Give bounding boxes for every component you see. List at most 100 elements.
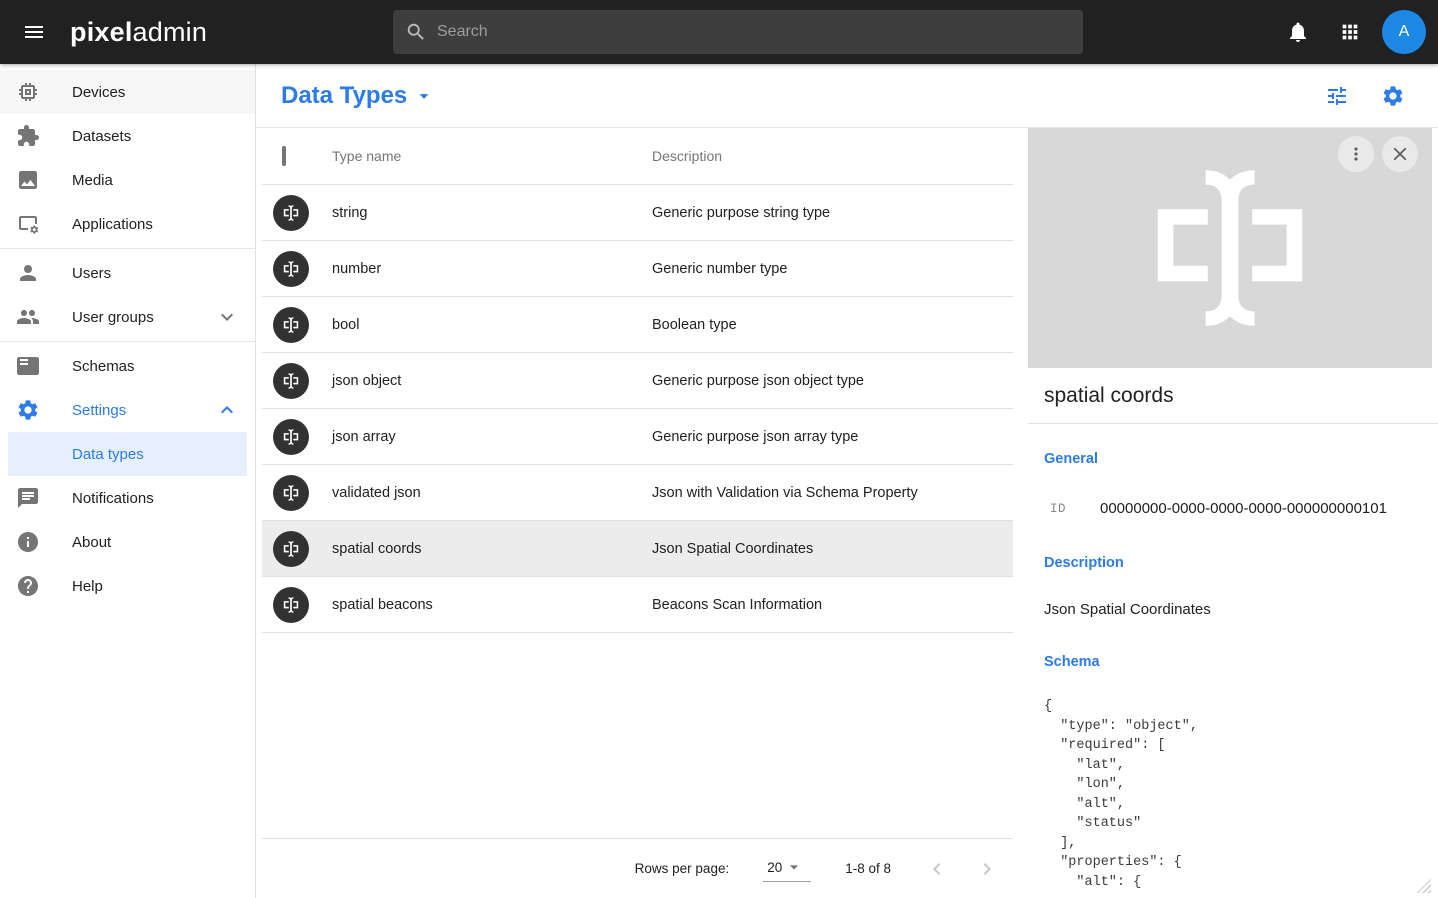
section-label-description: Description bbox=[1044, 555, 1422, 571]
user-avatar[interactable]: A bbox=[1382, 10, 1426, 54]
sidebar-item-label: Applications bbox=[72, 216, 153, 233]
sidebar-item-help[interactable]: Help bbox=[0, 564, 255, 608]
data-type-icon bbox=[273, 531, 309, 567]
data-type-icon bbox=[273, 419, 309, 455]
data-type-icon bbox=[273, 587, 309, 623]
top-app-bar: pixeladmin A bbox=[0, 0, 1438, 64]
app-logo: pixeladmin bbox=[70, 17, 207, 48]
type-name: json array bbox=[332, 429, 652, 445]
settings-button[interactable] bbox=[1373, 76, 1413, 116]
column-header-description: Description bbox=[652, 148, 1013, 164]
table-row[interactable]: string Generic purpose string type bbox=[262, 185, 1013, 241]
avatar-initial: A bbox=[1399, 23, 1410, 41]
schema-code-editor[interactable]: { "type": "object", "required": [ "lat",… bbox=[1044, 697, 1422, 892]
table-row[interactable]: json object Generic purpose json object … bbox=[262, 353, 1013, 409]
sidebar-item-schemas[interactable]: Schemas bbox=[0, 344, 255, 388]
sidebar-item-label: Data types bbox=[72, 446, 144, 463]
info-icon bbox=[16, 530, 40, 554]
type-name: spatial beacons bbox=[332, 597, 652, 613]
page-title: Data Types bbox=[281, 82, 407, 110]
people-icon bbox=[16, 305, 40, 329]
type-name: bool bbox=[332, 317, 652, 333]
table-row[interactable]: json array Generic purpose json array ty… bbox=[262, 409, 1013, 465]
data-type-icon bbox=[273, 475, 309, 511]
table-row[interactable]: validated json Json with Validation via … bbox=[262, 465, 1013, 521]
data-type-icon bbox=[273, 307, 309, 343]
data-type-icon bbox=[1130, 148, 1330, 348]
table-row[interactable]: spatial beacons Beacons Scan Information bbox=[262, 577, 1013, 633]
sidebar-item-about[interactable]: About bbox=[0, 520, 255, 564]
type-description: Beacons Scan Information bbox=[652, 597, 1013, 613]
search-icon bbox=[405, 21, 427, 43]
table-row[interactable]: number Generic number type bbox=[262, 241, 1013, 297]
global-search[interactable] bbox=[393, 10, 1083, 54]
card-list-icon bbox=[16, 354, 40, 378]
data-types-table: Type name Description string Generic pur… bbox=[256, 128, 1028, 898]
app-window-gear-icon bbox=[16, 212, 40, 236]
id-field-row: ID 00000000-0000-0000-0000-000000000101 bbox=[1044, 500, 1422, 517]
pagination-bar: Rows per page: 20 1-8 of 8 bbox=[262, 838, 1013, 898]
type-name: spatial coords bbox=[332, 541, 652, 557]
rows-per-page-select[interactable]: 20 bbox=[763, 855, 811, 882]
search-input[interactable] bbox=[437, 23, 1071, 41]
sidebar-item-label: Help bbox=[72, 578, 103, 595]
close-panel-button[interactable] bbox=[1382, 136, 1418, 172]
table-row[interactable]: bool Boolean type bbox=[262, 297, 1013, 353]
sidebar-item-label: Users bbox=[72, 265, 111, 282]
page-title-dropdown[interactable]: Data Types bbox=[281, 82, 435, 110]
type-name: json object bbox=[332, 373, 652, 389]
tune-filter-icon bbox=[1325, 84, 1349, 108]
apps-grid-button[interactable] bbox=[1330, 12, 1370, 52]
sidebar-item-users[interactable]: Users bbox=[0, 251, 255, 295]
content-header: Data Types bbox=[256, 64, 1438, 128]
hamburger-icon bbox=[22, 20, 46, 44]
table-header-row: Type name Description bbox=[262, 128, 1013, 185]
next-page-button[interactable] bbox=[975, 857, 999, 881]
detail-panel: spatial coords General ID 00000000-0000-… bbox=[1028, 128, 1438, 898]
sidebar-nav: Devices Datasets Media Applications U bbox=[0, 64, 256, 898]
chat-icon bbox=[16, 486, 40, 510]
sidebar-item-user-groups[interactable]: User groups bbox=[0, 295, 255, 339]
data-type-icon bbox=[273, 251, 309, 287]
description-value: Json Spatial Coordinates bbox=[1044, 601, 1422, 618]
select-all-checkbox[interactable] bbox=[282, 146, 286, 166]
pagination-range-label: 1-8 of 8 bbox=[845, 861, 891, 876]
apps-grid-icon bbox=[1339, 21, 1361, 43]
id-label: ID bbox=[1044, 502, 1100, 516]
type-description: Json with Validation via Schema Property bbox=[652, 485, 1013, 501]
sidebar-item-label: About bbox=[72, 534, 111, 551]
sidebar-divider bbox=[0, 248, 255, 249]
rows-per-page-value: 20 bbox=[767, 860, 782, 875]
menu-button[interactable] bbox=[14, 12, 54, 52]
sidebar-item-data-types[interactable]: Data types bbox=[8, 432, 247, 476]
type-description: Generic purpose json object type bbox=[652, 373, 1013, 389]
more-options-button[interactable] bbox=[1338, 136, 1374, 172]
type-name: number bbox=[332, 261, 652, 277]
type-description: Generic purpose string type bbox=[652, 205, 1013, 221]
sidebar-item-notifications[interactable]: Notifications bbox=[0, 476, 255, 520]
gear-icon bbox=[16, 398, 40, 422]
sidebar-item-devices[interactable]: Devices bbox=[0, 70, 255, 114]
data-type-icon bbox=[273, 363, 309, 399]
sidebar-item-datasets[interactable]: Datasets bbox=[0, 114, 255, 158]
table-row-selected[interactable]: spatial coords Json Spatial Coordinates bbox=[262, 521, 1013, 577]
notifications-button[interactable] bbox=[1278, 12, 1318, 52]
filter-button[interactable] bbox=[1317, 76, 1357, 116]
bell-icon bbox=[1286, 20, 1310, 44]
chevron-up-icon bbox=[215, 398, 239, 422]
type-description: Json Spatial Coordinates bbox=[652, 541, 1013, 557]
data-type-icon bbox=[273, 195, 309, 231]
close-icon bbox=[1389, 143, 1411, 165]
sidebar-item-settings[interactable]: Settings bbox=[0, 388, 255, 432]
sidebar-item-media[interactable]: Media bbox=[0, 158, 255, 202]
previous-page-button[interactable] bbox=[925, 857, 949, 881]
type-description: Generic number type bbox=[652, 261, 1013, 277]
memory-chip-icon bbox=[16, 80, 40, 104]
id-value: 00000000-0000-0000-0000-000000000101 bbox=[1100, 500, 1387, 517]
puzzle-icon bbox=[16, 124, 40, 148]
column-header-type-name: Type name bbox=[332, 148, 652, 164]
chevron-down-icon bbox=[215, 305, 239, 329]
sidebar-item-applications[interactable]: Applications bbox=[0, 202, 255, 246]
sidebar-item-label: Datasets bbox=[72, 128, 131, 145]
detail-title: spatial coords bbox=[1044, 384, 1174, 408]
